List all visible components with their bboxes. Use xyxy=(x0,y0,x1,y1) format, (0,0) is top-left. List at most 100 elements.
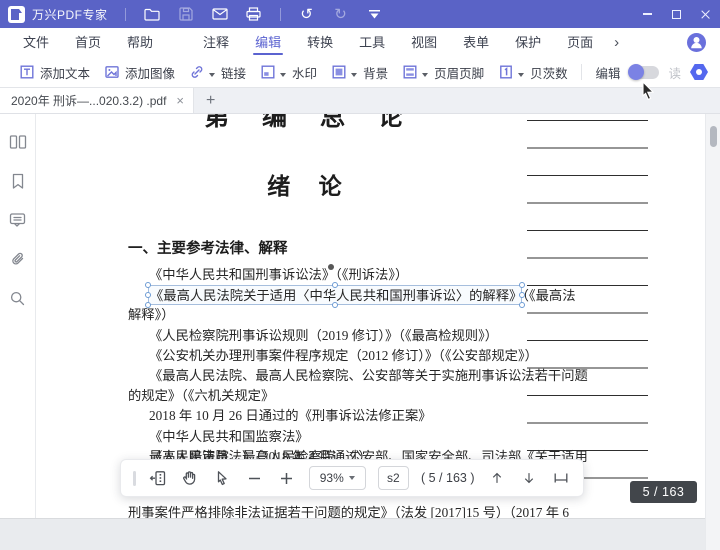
toolbar-divider xyxy=(581,64,582,80)
add-image-icon xyxy=(104,64,120,80)
search-panel-icon[interactable] xyxy=(8,288,28,308)
navigation-sidebar xyxy=(0,114,36,518)
undo-button[interactable]: ↺ xyxy=(294,1,320,27)
customize-toolbar-button[interactable] xyxy=(362,1,388,27)
zoom-in-button[interactable] xyxy=(277,468,297,488)
mode-switch-group: 编辑 读 xyxy=(581,63,708,82)
arrow-down-icon xyxy=(521,470,537,486)
bates-number-icon xyxy=(498,64,514,80)
document-line: 《中华人民共和国监察法》 xyxy=(128,427,528,447)
header-footer-button[interactable]: 页眉页脚 xyxy=(395,59,491,85)
attachments-panel-icon[interactable] xyxy=(8,249,28,269)
selected-text-box[interactable]: 《最高人民法院关于适用〈中华人民共和国刑事诉讼〉的解释》（《最高法 xyxy=(148,285,522,305)
page-number-input[interactable] xyxy=(378,466,409,490)
link-icon xyxy=(189,64,205,80)
panel-collapse-button[interactable] xyxy=(148,468,168,488)
scrollbar-thumb[interactable] xyxy=(710,126,717,147)
maximize-button[interactable] xyxy=(662,0,691,28)
link-button[interactable]: 链接 xyxy=(182,59,253,85)
thumbnails-panel-icon[interactable] xyxy=(8,132,28,152)
document-part-title: 第 编 总 论 xyxy=(60,114,560,133)
document-line: 解释》） xyxy=(128,305,528,325)
menu-convert[interactable]: 转换 xyxy=(294,28,346,57)
menu-edit[interactable]: 编辑 xyxy=(242,28,294,57)
watermark-button[interactable]: 水印 xyxy=(253,59,324,85)
tab-title: 2020年 刑诉—...020.3.2) .pdf xyxy=(11,92,166,109)
selected-line-text: 《最高人民法院关于适用〈中华人民共和国刑事诉讼〉的解释》（《最高法 xyxy=(149,288,576,303)
add-text-icon xyxy=(19,64,35,80)
menu-file[interactable]: 文件 xyxy=(10,28,62,57)
section-heading: 一、主要参考法律、解释 xyxy=(128,237,528,258)
document-tabbar: 2020年 刑诉—...020.3.2) .pdf × + xyxy=(0,88,720,114)
zoom-level-select[interactable]: 93% xyxy=(309,466,366,490)
background-dropdown-caret xyxy=(351,73,357,77)
save-button[interactable] xyxy=(173,1,199,27)
zoom-level-value: 93% xyxy=(320,471,344,485)
new-tab-button[interactable]: + xyxy=(194,88,227,113)
document-line: 《人民检察院刑事诉讼规则（2019 修订）》（《最高检规则》） xyxy=(128,326,528,346)
menu-form[interactable]: 表单 xyxy=(450,28,502,57)
select-tool-button[interactable] xyxy=(212,468,232,488)
watermark-icon xyxy=(260,64,276,80)
menu-overflow-chevron[interactable]: › xyxy=(606,34,627,51)
toolbar-drag-handle[interactable] xyxy=(133,471,136,486)
hand-tool-icon xyxy=(181,469,199,487)
document-tab[interactable]: 2020年 刑诉—...020.3.2) .pdf × xyxy=(0,88,194,113)
background-button[interactable]: 背景 xyxy=(324,59,395,85)
menu-help[interactable]: 帮助 xyxy=(114,28,166,57)
bates-number-button[interactable]: 贝茨数 xyxy=(491,59,575,85)
annotation-dot xyxy=(328,264,334,270)
settings-hexagon-icon[interactable] xyxy=(690,64,708,80)
titlebar-divider xyxy=(280,8,281,21)
open-file-button[interactable] xyxy=(139,1,165,27)
redo-button[interactable]: ↻ xyxy=(328,1,354,27)
user-avatar-button[interactable] xyxy=(687,33,706,52)
titlebar-divider xyxy=(125,8,126,21)
menu-protect[interactable]: 保护 xyxy=(502,28,554,57)
add-text-button[interactable]: 添加文本 xyxy=(12,59,97,85)
panel-collapse-icon xyxy=(149,469,167,487)
floating-view-toolbar: 93% ( 5 / 163 ) xyxy=(120,459,584,497)
zoom-out-button[interactable] xyxy=(245,468,265,488)
minimize-button[interactable] xyxy=(633,0,662,28)
link-dropdown-caret xyxy=(209,73,215,77)
edit-toolbar: 添加文本 添加图像 链接 水印 背景 页眉页脚 贝茨数 编辑 读 xyxy=(0,57,720,88)
edit-read-toggle[interactable] xyxy=(629,66,659,79)
document-line: 的规定》（《六机关规定》 xyxy=(128,386,528,406)
next-page-button[interactable] xyxy=(519,468,539,488)
menu-view[interactable]: 视图 xyxy=(398,28,450,57)
comments-panel-icon[interactable] xyxy=(8,210,28,230)
select-cursor-icon xyxy=(213,469,231,487)
menu-tools[interactable]: 工具 xyxy=(346,28,398,57)
toggle-knob xyxy=(628,64,644,80)
menubar: 文件 首页 帮助 注释 编辑 转换 工具 视图 表单 保护 页面 › xyxy=(0,28,720,57)
app-logo-icon xyxy=(8,6,25,23)
close-button[interactable] xyxy=(691,0,720,28)
menu-home[interactable]: 首页 xyxy=(62,28,114,57)
menu-page[interactable]: 页面 xyxy=(554,28,606,57)
document-line: 《公安机关办理刑事案件程序规定（2012 修订）》（《公安部规定》） xyxy=(128,346,528,366)
previous-page-button[interactable] xyxy=(487,468,507,488)
menu-comment[interactable]: 注释 xyxy=(190,28,242,57)
zoom-dropdown-caret xyxy=(349,476,355,480)
plus-icon xyxy=(279,471,294,486)
document-line: 《最高人民法院、最高人民检察院、公安部等关于实施刑事诉讼法若干问题 xyxy=(128,366,528,386)
email-button[interactable] xyxy=(207,1,233,27)
vertical-scrollbar[interactable] xyxy=(705,114,720,550)
print-button[interactable] xyxy=(241,1,267,27)
document-viewport: 第 编 总 论 绪 论 一、主要参考法律、解释 《中华人民共和国刑事诉讼法》（《… xyxy=(0,114,720,550)
fit-width-button[interactable] xyxy=(551,468,571,488)
fit-width-icon xyxy=(552,469,570,487)
add-image-button[interactable]: 添加图像 xyxy=(97,59,182,85)
minus-icon xyxy=(247,471,262,486)
tab-close-icon[interactable]: × xyxy=(176,94,184,107)
document-chapter-title: 绪 论 xyxy=(60,167,560,201)
bookmarks-panel-icon[interactable] xyxy=(8,171,28,191)
app-title: 万兴PDF专家 xyxy=(32,6,108,23)
hand-tool-button[interactable] xyxy=(180,468,200,488)
bates-dropdown-caret xyxy=(518,73,524,77)
titlebar: 万兴PDF专家 ↺ ↻ xyxy=(0,0,720,28)
edit-mode-label: 编辑 xyxy=(595,63,620,82)
background-icon xyxy=(331,64,347,80)
arrow-up-icon xyxy=(489,470,505,486)
